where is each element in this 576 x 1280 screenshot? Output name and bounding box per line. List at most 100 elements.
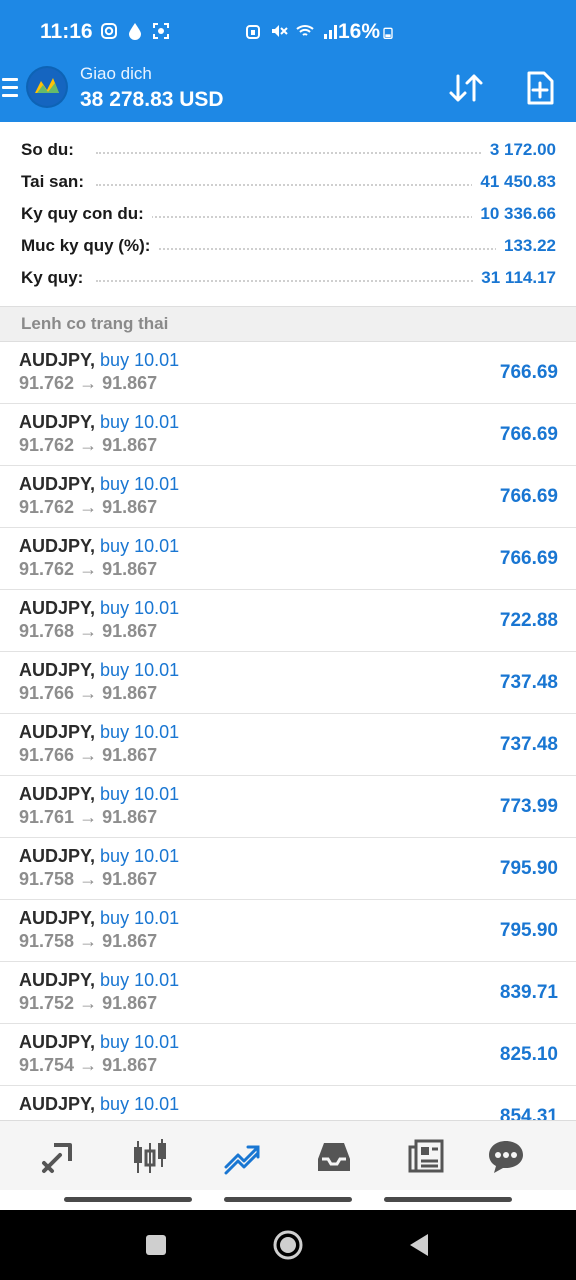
order-title: AUDJPY, buy 10.01 xyxy=(19,474,179,495)
alarm-icon xyxy=(246,25,260,39)
order-prices: 91.758 → 91.867 xyxy=(19,869,157,890)
order-row[interactable]: AUDJPY, buy 10.01 91.758 → 91.867 795.90 xyxy=(0,838,576,900)
arrow-icon: → xyxy=(79,807,98,827)
order-row[interactable]: AUDJPY, buy 10.01 91.766 → 91.867 737.48 xyxy=(0,652,576,714)
order-prices: 91.761 → 91.867 xyxy=(19,807,157,828)
order-title: AUDJPY, buy 10.01 xyxy=(19,1094,179,1115)
order-profit: 854.31 xyxy=(499,1106,558,1120)
order-prices: 91.762 → 91.867 xyxy=(19,497,157,518)
new-order-icon[interactable] xyxy=(522,70,558,106)
order-open-price: 91.754 xyxy=(19,1055,75,1075)
orders-list[interactable]: AUDJPY, buy 10.01 91.762 → 91.867 766.69 AU… xyxy=(0,342,576,1120)
arrow-icon: → xyxy=(79,559,98,579)
order-symbol: AUDJPY, xyxy=(19,970,96,990)
order-symbol: AUDJPY, xyxy=(19,722,96,742)
order-title: AUDJPY, buy 10.01 xyxy=(19,1032,179,1053)
order-row[interactable]: AUDJPY, buy 10.01 91.762 → 91.867 766.69 xyxy=(0,342,576,404)
order-prices: 91.758 → 91.867 xyxy=(19,931,157,952)
order-prices: 91.766 → 91.867 xyxy=(19,745,157,766)
order-current-price: 91.867 xyxy=(102,1055,158,1075)
order-profit: 737.48 xyxy=(499,672,558,693)
order-title: AUDJPY, buy 10.01 xyxy=(19,350,179,371)
summary-row: Tai san: 41 450.83 xyxy=(0,166,576,198)
arrow-icon: → xyxy=(79,745,98,765)
chat-icon[interactable] xyxy=(486,1137,526,1177)
order-open-price: 91.758 xyxy=(19,869,75,889)
order-type: buy 10.01 xyxy=(100,536,180,556)
order-type: buy 10.01 xyxy=(100,846,180,866)
order-row[interactable]: AUDJPY, buy 10.0191.750 → 91.867854.31 xyxy=(0,1086,576,1120)
order-profit: 825.10 xyxy=(499,1044,558,1065)
order-type: buy 10.01 xyxy=(100,908,180,928)
order-row[interactable]: AUDJPY, buy 10.01 91.762 → 91.867 766.69 xyxy=(0,528,576,590)
arrow-icon: → xyxy=(79,931,98,951)
order-title: AUDJPY, buy 10.01 xyxy=(19,412,179,433)
order-row[interactable]: AUDJPY, buy 10.01 91.754 → 91.867 825.10 xyxy=(0,1024,576,1086)
order-row[interactable]: AUDJPY, buy 10.01 91.768 → 91.867 722.88 xyxy=(0,590,576,652)
summary-row: Ky quy: 31 114.17 xyxy=(0,262,576,294)
arrow-icon: → xyxy=(79,435,98,455)
order-symbol: AUDJPY, xyxy=(19,784,96,804)
tab-indicator xyxy=(64,1197,192,1202)
order-prices: 91.768 → 91.867 xyxy=(19,621,157,642)
summary-label: So du: xyxy=(21,140,82,160)
order-profit: 795.90 xyxy=(499,858,558,879)
order-row[interactable]: AUDJPY, buy 10.01 91.761 → 91.867 773.99 xyxy=(0,776,576,838)
order-title: AUDJPY, buy 10.01 xyxy=(19,970,179,991)
order-profit: 773.99 xyxy=(499,796,558,817)
sort-icon[interactable] xyxy=(448,70,484,106)
inbox-icon[interactable] xyxy=(314,1137,354,1177)
order-prices: 91.754 → 91.867 xyxy=(19,1055,157,1076)
system-nav-bar xyxy=(0,1210,576,1280)
trade-icon[interactable] xyxy=(222,1137,262,1177)
tab-indicator xyxy=(384,1197,512,1202)
order-type: buy 10.01 xyxy=(100,598,180,618)
summary-label: Tai san: xyxy=(21,172,92,192)
order-current-price: 91.867 xyxy=(102,745,158,765)
arrow-icon: → xyxy=(79,1055,98,1075)
order-type: buy 10.01 xyxy=(100,722,180,742)
menu-icon[interactable] xyxy=(2,78,18,100)
water-drop-icon xyxy=(129,23,141,40)
order-type: buy 10.01 xyxy=(100,1032,180,1052)
order-type: buy 10.01 xyxy=(100,350,180,370)
recents-icon[interactable] xyxy=(141,1230,171,1260)
order-symbol: AUDJPY, xyxy=(19,1032,96,1052)
order-open-price: 91.758 xyxy=(19,931,75,951)
quotes-icon[interactable] xyxy=(38,1137,78,1177)
order-open-price: 91.766 xyxy=(19,683,75,703)
order-row[interactable]: AUDJPY, buy 10.01 91.762 → 91.867 766.69 xyxy=(0,404,576,466)
order-title: AUDJPY, buy 10.01 xyxy=(19,722,179,743)
order-current-price: 91.867 xyxy=(102,931,158,951)
order-title: AUDJPY, buy 10.01 xyxy=(19,846,179,867)
news-icon[interactable] xyxy=(406,1137,446,1177)
order-row[interactable]: AUDJPY, buy 10.01 91.758 → 91.867 795.90 xyxy=(0,900,576,962)
bottom-tab-bar xyxy=(0,1120,576,1190)
order-row[interactable]: AUDJPY, buy 10.01 91.762 → 91.867 766.69 xyxy=(0,466,576,528)
battery-level: 16% xyxy=(338,20,381,43)
order-prices: 91.762 → 91.867 xyxy=(19,559,157,580)
order-symbol: AUDJPY, xyxy=(19,660,96,680)
order-open-price: 91.762 xyxy=(19,559,75,579)
order-current-price: 91.867 xyxy=(102,497,158,517)
instagram-icon xyxy=(101,23,117,39)
battery-icon xyxy=(383,27,393,39)
home-icon[interactable] xyxy=(271,1228,305,1262)
order-row[interactable]: AUDJPY, buy 10.01 91.766 → 91.867 737.48 xyxy=(0,714,576,776)
candlestick-icon[interactable] xyxy=(130,1137,170,1177)
section-title: Lenh co trang thai xyxy=(21,314,169,333)
summary-row: Ky quy con du: 10 336.66 xyxy=(0,198,576,230)
back-icon[interactable] xyxy=(404,1230,434,1260)
app-header: 11:16 16% Giao dich 38 278.83 USD xyxy=(0,0,576,122)
order-open-price: 91.752 xyxy=(19,993,75,1013)
summary-label: Ky quy: xyxy=(21,268,92,288)
status-bar: 11:16 16% xyxy=(0,0,576,64)
order-title: AUDJPY, buy 10.01 xyxy=(19,660,179,681)
order-symbol: AUDJPY, xyxy=(19,908,96,928)
order-profit: 766.69 xyxy=(499,424,558,445)
order-symbol: AUDJPY, xyxy=(19,598,96,618)
order-symbol: AUDJPY, xyxy=(19,536,96,556)
order-symbol: AUDJPY, xyxy=(19,412,96,432)
order-row[interactable]: AUDJPY, buy 10.01 91.752 → 91.867 839.71 xyxy=(0,962,576,1024)
order-open-price: 91.762 xyxy=(19,373,75,393)
